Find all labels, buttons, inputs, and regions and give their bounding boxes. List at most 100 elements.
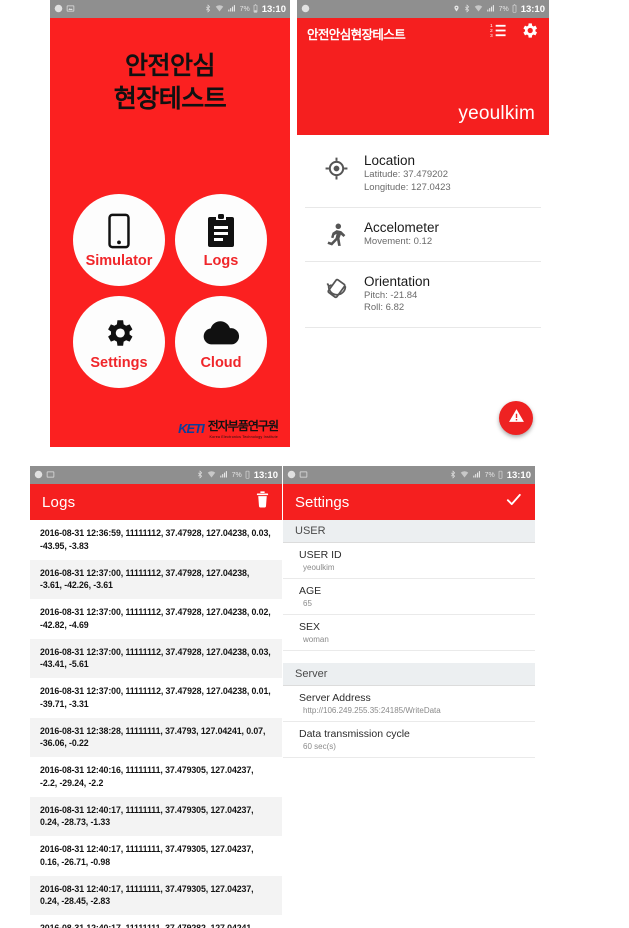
settings-section-divider bbox=[283, 651, 535, 663]
menu-button-settings[interactable]: Settings bbox=[73, 296, 165, 388]
location-icon bbox=[453, 4, 460, 15]
log-entry[interactable]: 2016-08-31 12:37:00, 11111112, 37.47928,… bbox=[30, 638, 282, 678]
signal-icon bbox=[472, 470, 482, 481]
check-icon[interactable] bbox=[504, 491, 523, 513]
wifi-icon bbox=[207, 470, 216, 481]
app-bar: 안전안심현장테스트 123 bbox=[297, 18, 549, 48]
sync-icon bbox=[287, 470, 296, 481]
gear-icon[interactable] bbox=[520, 21, 539, 45]
svg-text:3: 3 bbox=[490, 33, 493, 39]
keti-mark: KETI bbox=[178, 420, 205, 436]
settings-app-bar: Settings bbox=[283, 484, 535, 520]
settings-item-label: USER ID bbox=[299, 549, 342, 561]
emergency-fab-button[interactable] bbox=[499, 401, 533, 435]
log-entry[interactable]: 2016-08-31 12:40:17, 11111111, 37.479305… bbox=[30, 796, 282, 836]
settings-item-value: 60 sec(s) bbox=[303, 742, 336, 751]
splash-body: 안전안심 현장테스트 Simulator Logs Settings Cloud… bbox=[50, 18, 290, 447]
log-entry[interactable]: 2016-08-31 12:37:00, 11111112, 37.47928,… bbox=[30, 678, 282, 718]
sensor-value-roll: Roll: 6.82 bbox=[364, 302, 405, 314]
app-bar-actions: 123 bbox=[490, 21, 539, 45]
status-clock: 13:10 bbox=[520, 3, 545, 15]
sensor-text-group: Accelometer Movement: 0.12 bbox=[364, 220, 439, 249]
location-target-icon bbox=[321, 153, 351, 181]
sensor-value-longitude: Longitude: 127.0423 bbox=[364, 181, 451, 193]
sensor-row-orientation[interactable]: Orientation Pitch: -21.84 Roll: 6.82 bbox=[305, 262, 541, 329]
sensor-value-pitch: Pitch: -21.84 bbox=[364, 289, 418, 301]
gear-icon bbox=[102, 313, 136, 353]
status-clock: 13:10 bbox=[506, 469, 531, 481]
menu-button-simulator[interactable]: Simulator bbox=[73, 194, 165, 286]
settings-item-age[interactable]: AGE 65 bbox=[283, 579, 535, 615]
battery-icon bbox=[498, 470, 503, 481]
svg-text:2: 2 bbox=[490, 28, 493, 34]
screenshot-icon bbox=[46, 470, 55, 481]
settings-item-value: 65 bbox=[303, 599, 312, 608]
clipboard-icon bbox=[207, 211, 235, 251]
settings-item-sex[interactable]: SEX woman bbox=[283, 615, 535, 651]
wifi-icon bbox=[215, 4, 224, 15]
settings-section-header: Server bbox=[283, 663, 535, 686]
log-entry[interactable]: 2016-08-31 12:36:59, 11111112, 37.47928,… bbox=[30, 520, 282, 560]
status-bar: 7% 13:10 bbox=[30, 466, 282, 484]
menu-button-cloud[interactable]: Cloud bbox=[175, 296, 267, 388]
settings-item-server-address[interactable]: Server Address http://106.249.255.35:241… bbox=[283, 686, 535, 722]
logs-list[interactable]: 2016-08-31 12:36:59, 11111112, 37.47928,… bbox=[30, 520, 282, 928]
screen-rotation-icon bbox=[321, 274, 351, 302]
app-title-line1: 안전안심 bbox=[124, 52, 216, 80]
log-entry[interactable]: 2016-08-31 12:40:16, 11111111, 37.479305… bbox=[30, 757, 282, 797]
settings-item-label: Data transmission cycle bbox=[299, 728, 410, 740]
dashboard-hero: yeoulkim bbox=[297, 48, 549, 135]
log-entry[interactable]: 2016-08-31 12:38:28, 11111111, 37.4793, … bbox=[30, 717, 282, 757]
bluetooth-icon bbox=[204, 3, 212, 15]
cloud-icon bbox=[202, 313, 240, 353]
sensor-row-location[interactable]: Location Latitude: 37.479202 Longitude: … bbox=[305, 141, 541, 208]
sensor-list: Location Latitude: 37.479202 Longitude: … bbox=[297, 135, 549, 329]
battery-percent-label: 7% bbox=[484, 471, 495, 479]
sensor-value-movement: Movement: 0.12 bbox=[364, 235, 433, 247]
log-entry[interactable]: 2016-08-31 12:40:17, 11111111, 37.479305… bbox=[30, 836, 282, 876]
phone-screen-logs: 7% 13:10 Logs 2016-08-31 12:36:59, 11111… bbox=[30, 466, 282, 928]
battery-icon bbox=[253, 3, 258, 15]
phone-screen-main: 7% 13:10 안전안심 현장테스트 Simulator Logs Setti… bbox=[50, 0, 290, 447]
screenshot-canvas: 7% 13:10 안전안심 현장테스트 Simulator Logs Setti… bbox=[0, 0, 629, 928]
signal-icon bbox=[227, 4, 237, 15]
smartphone-icon bbox=[107, 211, 131, 251]
screenshot-icon bbox=[299, 470, 308, 481]
keti-korean-name: 전자부품연구원 bbox=[207, 419, 279, 433]
status-clock: 13:10 bbox=[253, 469, 278, 481]
wifi-icon bbox=[460, 470, 469, 481]
keti-logo: KETI 전자부품연구원 Korea Electronics Technolog… bbox=[178, 417, 279, 439]
logs-title: Logs bbox=[42, 493, 76, 511]
main-menu-grid: Simulator Logs Settings Cloud bbox=[50, 194, 290, 388]
log-entry[interactable]: 2016-08-31 12:40:17, 11111111, 37.479282… bbox=[30, 915, 282, 928]
app-title: 안전안심 현장테스트 bbox=[50, 18, 290, 116]
settings-title: Settings bbox=[295, 493, 350, 511]
log-entry[interactable]: 2016-08-31 12:37:00, 11111112, 37.47928,… bbox=[30, 559, 282, 599]
sensor-text-group: Location Latitude: 37.479202 Longitude: … bbox=[364, 153, 451, 195]
log-entry[interactable]: 2016-08-31 12:37:00, 11111112, 37.47928,… bbox=[30, 599, 282, 639]
sensor-row-accelometer[interactable]: Accelometer Movement: 0.12 bbox=[305, 208, 541, 262]
wifi-icon bbox=[474, 4, 483, 15]
settings-item-user-id[interactable]: USER ID yeoulkim bbox=[283, 543, 535, 579]
list-icon[interactable]: 123 bbox=[490, 22, 507, 44]
battery-icon bbox=[512, 3, 517, 15]
screenshot-icon bbox=[66, 4, 75, 15]
sensor-value-latitude: Latitude: 37.479202 bbox=[364, 169, 448, 180]
keti-english-name: Korea Electronics Technology Institute bbox=[209, 435, 278, 439]
username-label: yeoulkim bbox=[458, 103, 535, 124]
trash-icon[interactable] bbox=[255, 491, 270, 513]
status-bar: 7% 13:10 bbox=[283, 466, 535, 484]
log-entry[interactable]: 2016-08-31 12:40:17, 11111111, 37.479305… bbox=[30, 875, 282, 915]
sync-icon bbox=[34, 470, 43, 481]
menu-button-logs[interactable]: Logs bbox=[175, 194, 267, 286]
status-bar: 7% 13:10 bbox=[297, 0, 549, 18]
settings-item-transmission-cycle[interactable]: Data transmission cycle 60 sec(s) bbox=[283, 722, 535, 758]
menu-label-simulator: Simulator bbox=[85, 253, 153, 269]
running-person-icon bbox=[321, 220, 351, 249]
status-clock: 13:10 bbox=[261, 3, 286, 15]
battery-percent-label: 7% bbox=[239, 5, 250, 13]
settings-item-value: http://106.249.255.35:24185/WriteData bbox=[303, 706, 441, 715]
svg-text:1: 1 bbox=[490, 23, 493, 29]
sync-icon bbox=[54, 4, 63, 15]
warning-triangle-icon bbox=[508, 407, 525, 429]
